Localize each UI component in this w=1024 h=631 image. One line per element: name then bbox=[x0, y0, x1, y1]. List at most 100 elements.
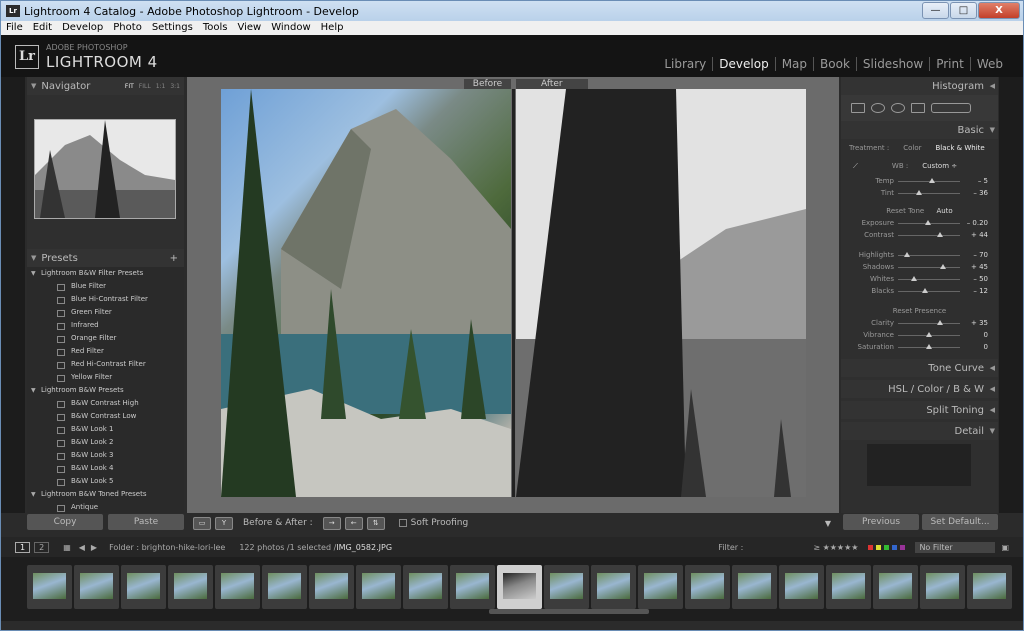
slider-knob[interactable] bbox=[939, 264, 946, 269]
treatment-black-white[interactable]: Black & White bbox=[935, 144, 984, 152]
after-image[interactable] bbox=[516, 89, 806, 497]
zoom-1-1[interactable]: 1:1 bbox=[156, 83, 166, 90]
slider-whites[interactable]: Whites – 50 bbox=[841, 273, 998, 285]
slider-shadows[interactable]: Shadows + 45 bbox=[841, 261, 998, 273]
filmstrip-scrollbar[interactable] bbox=[489, 609, 649, 614]
close-button[interactable]: X bbox=[978, 2, 1020, 19]
slider-saturation[interactable]: Saturation 0 bbox=[841, 341, 998, 353]
preset-item[interactable]: Infrared bbox=[27, 319, 184, 332]
module-map[interactable]: Map bbox=[776, 57, 815, 71]
slider-vibrance[interactable]: Vibrance 0 bbox=[841, 329, 998, 341]
filmstrip-thumbnail[interactable] bbox=[450, 565, 495, 609]
slider-knob[interactable] bbox=[926, 332, 932, 337]
filmstrip-thumbnail[interactable] bbox=[121, 565, 166, 609]
red-label-icon[interactable] bbox=[868, 544, 874, 550]
wb-select[interactable]: Custom ÷ bbox=[922, 162, 957, 170]
right-panel-toggle-strip[interactable] bbox=[999, 77, 1023, 513]
grid-view-icon[interactable]: ▦ bbox=[63, 543, 71, 552]
before-image[interactable] bbox=[221, 89, 511, 497]
preset-item[interactable]: Antique bbox=[27, 501, 184, 514]
detail-preview[interactable] bbox=[867, 444, 971, 486]
red-eye-icon[interactable] bbox=[891, 103, 905, 113]
preset-item[interactable]: Blue Filter bbox=[27, 280, 184, 293]
blue-label-icon[interactable] bbox=[892, 544, 898, 550]
preset-item[interactable]: B&W Contrast Low bbox=[27, 410, 184, 423]
wb-eyedropper-icon[interactable]: ⟋ bbox=[853, 162, 858, 171]
loupe-view-icon[interactable]: ▭ bbox=[193, 516, 211, 530]
reset-tone-label[interactable]: Reset Tone bbox=[886, 207, 924, 215]
green-label-icon[interactable] bbox=[884, 544, 890, 550]
filmstrip-thumbnail[interactable] bbox=[27, 565, 72, 609]
crop-tool-icon[interactable] bbox=[851, 103, 865, 113]
tone-curve-header[interactable]: Tone Curve ◀ bbox=[841, 359, 998, 377]
copy-before-to-after-icon[interactable]: → bbox=[322, 516, 341, 530]
slider-contrast[interactable]: Contrast + 44 bbox=[841, 229, 998, 241]
slider-value[interactable]: – 5 bbox=[978, 177, 988, 185]
before-after-divider[interactable] bbox=[512, 89, 515, 497]
menu-file[interactable]: File bbox=[1, 21, 28, 35]
spot-removal-icon[interactable] bbox=[871, 103, 885, 113]
hsl-header[interactable]: HSL / Color / B & W ◀ bbox=[841, 380, 998, 398]
slider-highlights[interactable]: Highlights – 70 bbox=[841, 249, 998, 261]
slider-knob[interactable] bbox=[924, 220, 931, 225]
filmstrip-thumbnail[interactable] bbox=[638, 565, 683, 609]
menu-window[interactable]: Window bbox=[266, 21, 315, 35]
preset-item[interactable]: B&W Contrast High bbox=[27, 397, 184, 410]
slider-value[interactable]: 0 bbox=[984, 331, 988, 339]
left-panel-toggle-strip[interactable] bbox=[1, 77, 25, 513]
filmstrip-thumbnail[interactable] bbox=[967, 565, 1012, 609]
filmstrip-thumbnail[interactable] bbox=[685, 565, 730, 609]
rating-filter[interactable]: ≥ ★★★★★ bbox=[813, 543, 858, 552]
copy-after-to-before-icon[interactable]: ← bbox=[344, 516, 363, 530]
filmstrip-thumbnail[interactable] bbox=[309, 565, 354, 609]
filmstrip-thumbnail[interactable] bbox=[215, 565, 260, 609]
before-after-view-icon[interactable]: Y bbox=[215, 516, 233, 530]
reset-presence-label[interactable]: Reset Presence bbox=[841, 305, 998, 317]
filmstrip-thumbnail[interactable] bbox=[168, 565, 213, 609]
slider-value[interactable]: + 45 bbox=[971, 263, 988, 271]
slider-exposure[interactable]: Exposure – 0.20 bbox=[841, 217, 998, 229]
add-preset-button[interactable]: + bbox=[170, 253, 178, 264]
navigator-preview[interactable] bbox=[34, 119, 176, 219]
page-2-button[interactable]: 2 bbox=[34, 541, 50, 553]
swap-before-after-icon[interactable]: ⇅ bbox=[366, 516, 385, 530]
filmstrip-thumbnail[interactable] bbox=[873, 565, 918, 609]
preset-item[interactable]: B&W Look 3 bbox=[27, 449, 184, 462]
preset-item[interactable]: B&W Look 4 bbox=[27, 462, 184, 475]
back-icon[interactable]: ◀ bbox=[79, 543, 85, 552]
slider-value[interactable]: – 0.20 bbox=[967, 219, 988, 227]
zoom-fit[interactable]: FIT bbox=[125, 83, 134, 90]
zoom-fill[interactable]: FILL bbox=[139, 83, 151, 90]
slider-value[interactable]: – 36 bbox=[973, 189, 988, 197]
slider-value[interactable]: 0 bbox=[984, 343, 988, 351]
copy-button[interactable]: Copy bbox=[27, 514, 103, 530]
preset-item[interactable]: Red Filter bbox=[27, 345, 184, 358]
filmstrip-thumbnail[interactable] bbox=[497, 565, 542, 609]
preset-folder[interactable]: Lightroom B&W Toned Presets bbox=[27, 488, 184, 501]
filmstrip-thumbnail[interactable] bbox=[826, 565, 871, 609]
preset-folder[interactable]: Lightroom B&W Presets bbox=[27, 384, 184, 397]
graduated-filter-icon[interactable] bbox=[911, 103, 925, 113]
filmstrip-thumbnail[interactable] bbox=[356, 565, 401, 609]
slider-blacks[interactable]: Blacks – 12 bbox=[841, 285, 998, 297]
soft-proofing-checkbox[interactable] bbox=[398, 519, 407, 527]
preset-item[interactable]: B&W Look 2 bbox=[27, 436, 184, 449]
slider-knob[interactable] bbox=[937, 232, 944, 237]
slider-knob[interactable] bbox=[916, 190, 923, 195]
preset-item[interactable]: Green Filter bbox=[27, 306, 184, 319]
module-library[interactable]: Library bbox=[658, 57, 714, 71]
basic-header[interactable]: Basic ▼ bbox=[841, 121, 998, 139]
module-print[interactable]: Print bbox=[930, 57, 971, 71]
preset-folder[interactable]: Lightroom B&W Filter Presets bbox=[27, 267, 184, 280]
filmstrip-thumbnail[interactable] bbox=[262, 565, 307, 609]
menu-tools[interactable]: Tools bbox=[198, 21, 233, 35]
module-slideshow[interactable]: Slideshow bbox=[857, 57, 931, 71]
menu-view[interactable]: View bbox=[232, 21, 266, 35]
menu-photo[interactable]: Photo bbox=[108, 21, 147, 35]
adjustment-brush-icon[interactable] bbox=[931, 103, 971, 113]
filmstrip-thumbnail[interactable] bbox=[732, 565, 777, 609]
slider-temp[interactable]: Temp – 5 bbox=[841, 175, 998, 187]
slider-clarity[interactable]: Clarity + 35 bbox=[841, 317, 998, 329]
filmstrip-thumbnail[interactable] bbox=[403, 565, 448, 609]
detail-header[interactable]: Detail ▼ bbox=[841, 422, 998, 440]
